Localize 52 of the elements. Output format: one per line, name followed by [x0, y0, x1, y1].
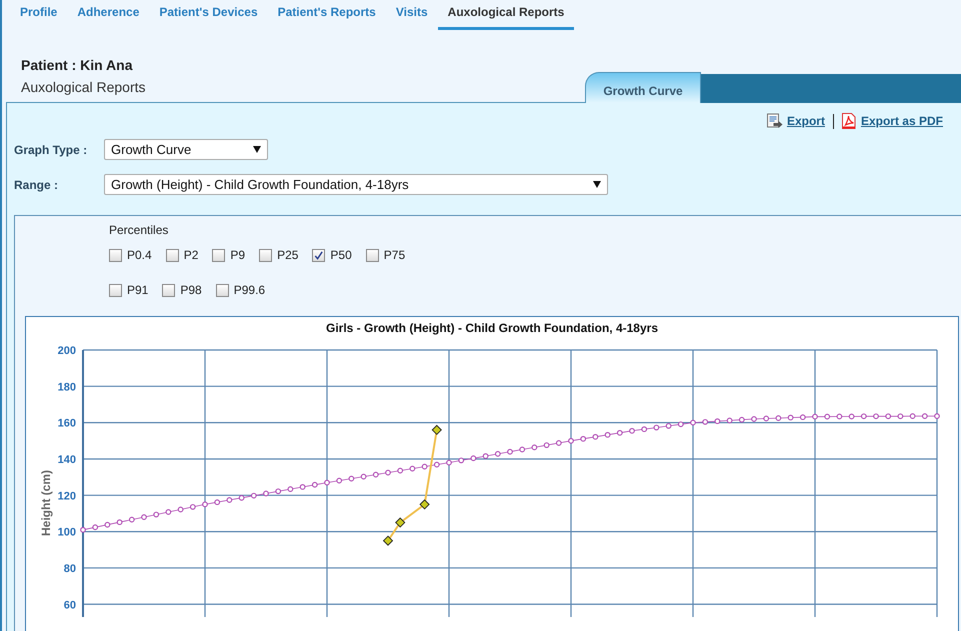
checkbox-label: P91	[127, 283, 148, 297]
y-tick-label: 80	[64, 562, 76, 575]
y-axis-title: Height (cm)	[39, 470, 53, 536]
y-tick-label: 180	[58, 381, 76, 394]
point	[395, 518, 406, 528]
patient-title: Patient : Kin Ana	[21, 57, 134, 73]
page-subtitle: Auxological Reports	[21, 79, 146, 95]
export-link[interactable]: Export	[786, 114, 825, 128]
chart-title: Girls - Growth (Height) - Child Growth Foundation, 4-18yrs	[326, 321, 658, 335]
point	[383, 536, 393, 546]
nav-tab[interactable]: Profile	[10, 0, 68, 30]
export-icon[interactable]	[766, 113, 783, 129]
nav-tab[interactable]: Visits	[386, 0, 438, 30]
nav-tab[interactable]: Patient's Reports	[268, 0, 386, 30]
nav-tab[interactable]: Patient's Devices	[149, 0, 268, 30]
nav-tab[interactable]: Adherence	[67, 0, 150, 30]
checkbox-label: P98	[180, 283, 202, 297]
checkbox-label: P25	[277, 248, 298, 262]
point	[420, 499, 430, 510]
field-label: Range :	[14, 178, 60, 192]
export-link[interactable]: Export as PDF	[860, 114, 943, 128]
y-tick-label: 60	[64, 599, 76, 612]
checkbox[interactable]	[216, 284, 229, 296]
caret-icon	[253, 146, 261, 153]
checkbox-label: P0.4	[127, 248, 152, 262]
checkbox-label: P99.6	[234, 283, 266, 297]
y-tick-label: 140	[58, 454, 76, 466]
checkbox-label: P75	[384, 248, 406, 262]
checkbox[interactable]	[212, 248, 226, 262]
nav-tab[interactable]: Auxological Reports	[438, 0, 574, 30]
checkbox[interactable]	[312, 248, 326, 262]
panel-tab[interactable]: Growth Curve	[585, 72, 701, 103]
point	[432, 424, 442, 435]
caret-icon	[593, 181, 601, 188]
checkbox[interactable]	[109, 284, 122, 296]
checkbox[interactable]	[109, 248, 122, 262]
dropdown[interactable]: Growth (Height) - Child Growth Foundation, 4-18yrs	[104, 174, 608, 195]
checkbox[interactable]	[366, 248, 379, 262]
checkbox[interactable]	[166, 248, 179, 262]
y-tick-label: 120	[58, 490, 76, 502]
field-label: Graph Type :	[14, 142, 88, 156]
checkbox-label: P50	[330, 248, 352, 262]
checkbox[interactable]	[259, 248, 272, 262]
checkbox-label: P2	[184, 248, 198, 262]
checkbox-label: P9	[230, 248, 246, 262]
pdf-icon[interactable]	[840, 113, 857, 129]
y-tick-label: 160	[58, 418, 76, 430]
checkbox[interactable]	[162, 284, 176, 296]
dropdown[interactable]: Growth Curve	[104, 139, 268, 160]
y-tick-label: 100	[58, 526, 76, 539]
y-tick-label: 200	[58, 345, 76, 357]
percentiles-heading: Percentiles	[109, 223, 170, 237]
